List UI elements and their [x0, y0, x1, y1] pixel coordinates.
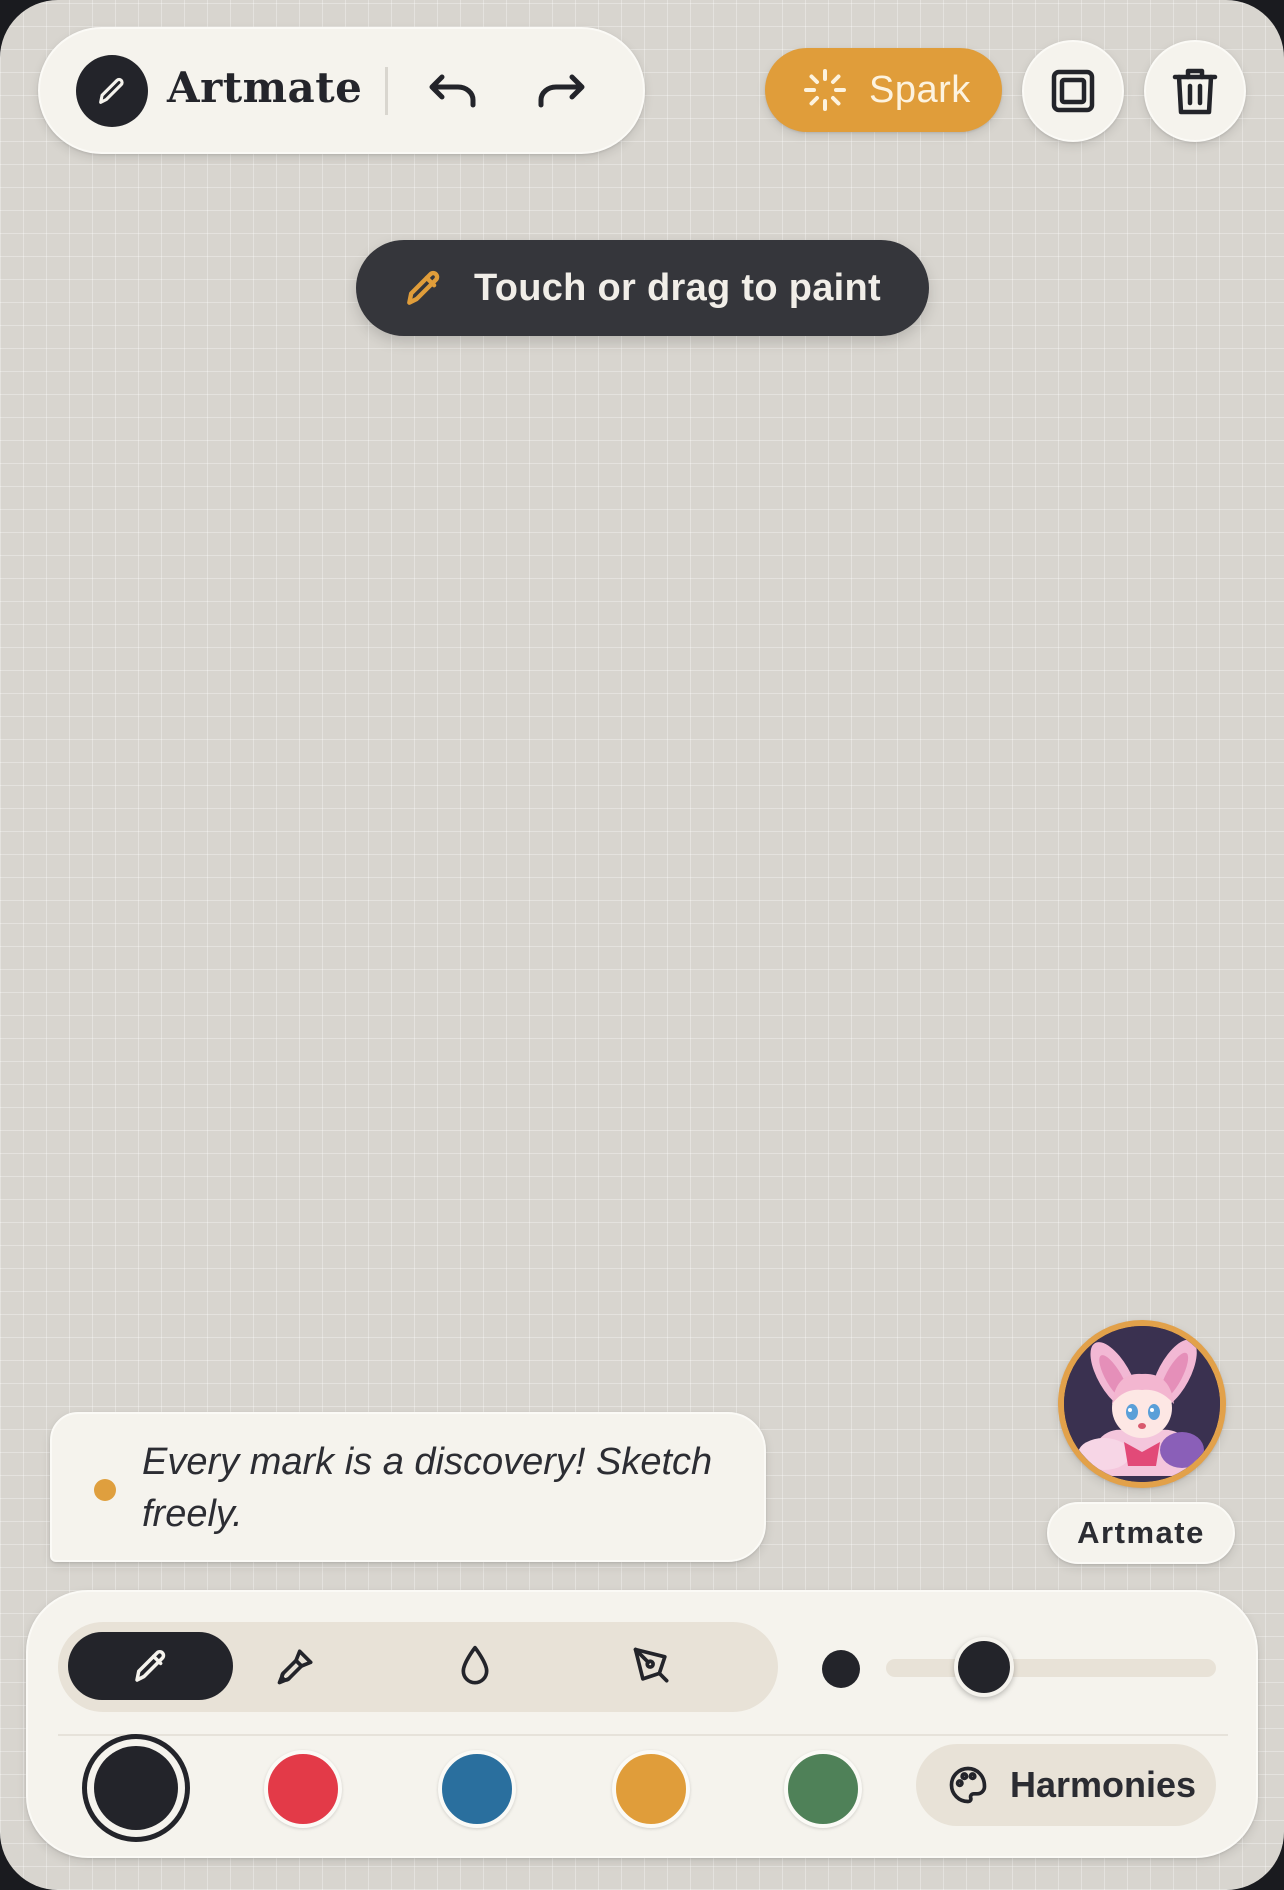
header-pill: Artmate: [38, 27, 645, 154]
pen-nib-icon: [633, 1647, 669, 1683]
frame-button[interactable]: [1022, 40, 1124, 142]
hint-text: Touch or drag to paint: [474, 266, 881, 309]
paint-hint-toast: Touch or drag to paint: [356, 240, 929, 336]
brush-tool-button[interactable]: [246, 1632, 346, 1700]
tool-selector: [58, 1622, 778, 1712]
color-swatch-blue[interactable]: [438, 1750, 516, 1828]
pen-tool-button[interactable]: [602, 1632, 702, 1700]
color-swatch-green[interactable]: [784, 1750, 862, 1828]
status-dot: [94, 1479, 116, 1501]
brush-size-slider[interactable]: [886, 1659, 1216, 1677]
drawing-canvas[interactable]: Artmate Spark Touch or drag to paint Eve…: [0, 0, 1284, 1890]
pencil-icon: [407, 270, 440, 305]
harmonies-label: Harmonies: [1010, 1764, 1197, 1805]
pencil-tool-button[interactable]: [68, 1632, 233, 1700]
spark-icon: [804, 69, 846, 111]
trash-icon: [1172, 68, 1218, 115]
brush-icon: [277, 1649, 313, 1685]
spark-label: Spark: [869, 68, 971, 111]
harmonies-button[interactable]: Harmonies: [916, 1744, 1216, 1826]
companion-name-badge: Artmate: [1047, 1502, 1235, 1564]
spark-button[interactable]: Spark: [765, 48, 1002, 132]
redo-button[interactable]: [531, 63, 591, 119]
ink-drop-icon: [461, 1645, 489, 1685]
undo-button[interactable]: [423, 63, 483, 119]
trash-button[interactable]: [1144, 40, 1246, 142]
brand-name: Artmate: [167, 63, 363, 112]
ink-tool-button[interactable]: [425, 1632, 525, 1700]
palette-icon: [949, 1766, 987, 1804]
redo-icon: [538, 74, 585, 108]
color-swatch-orange[interactable]: [612, 1750, 690, 1828]
brand-logo[interactable]: [76, 55, 148, 127]
pencil-icon: [134, 1650, 165, 1682]
avatar-image: [1064, 1326, 1220, 1482]
color-swatch-black[interactable]: [82, 1734, 190, 1842]
divider: [58, 1734, 1228, 1736]
brush-size-slider-thumb[interactable]: [953, 1637, 1014, 1697]
companion-message: Every mark is a discovery! Sketch freely…: [50, 1412, 766, 1562]
undo-icon: [429, 74, 476, 108]
brush-size-indicator: [822, 1650, 860, 1688]
pencil-icon: [99, 77, 124, 104]
color-swatch-red[interactable]: [264, 1750, 342, 1828]
companion-message-text: Every mark is a discovery! Sketch freely…: [142, 1441, 713, 1535]
companion-avatar[interactable]: [1058, 1320, 1226, 1488]
bottom-toolbar: Harmonies: [26, 1590, 1258, 1858]
divider: [385, 67, 388, 115]
frame-icon: [1051, 69, 1095, 113]
